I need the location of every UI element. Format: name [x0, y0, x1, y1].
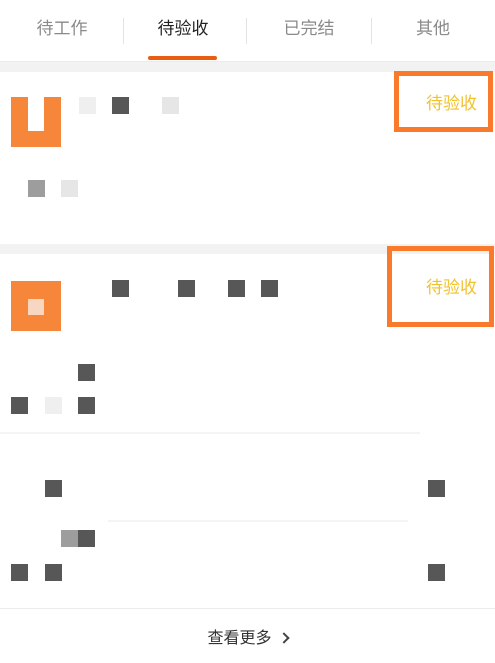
view-more-label: 查看更多 [207, 628, 272, 647]
redacted-text-block [228, 280, 245, 297]
redacted-text-block [11, 397, 28, 414]
row-divider [108, 520, 408, 522]
order-status-label: 待验收 [426, 278, 477, 298]
redacted-text-block [28, 180, 45, 197]
redacted-text-block [79, 97, 96, 114]
redacted-text-block [112, 280, 129, 297]
redacted-text-block [428, 564, 445, 581]
u-shaped-logo-icon [11, 281, 61, 331]
order-status-label: 待验收 [426, 94, 477, 114]
u-shaped-logo-icon [11, 97, 61, 147]
status-tab-bar: 待工作 待验收 已完结 其他 [0, 0, 495, 62]
tab-completed[interactable]: 已完结 [247, 0, 371, 60]
redacted-text-block [45, 564, 62, 581]
redacted-text-block [78, 364, 95, 381]
tab-pending-acceptance[interactable]: 待验收 [121, 0, 245, 60]
redacted-text-block [162, 97, 179, 114]
redacted-text-block [112, 97, 129, 114]
tab-other[interactable]: 其他 [371, 0, 495, 60]
order-card[interactable]: 待验收 [0, 246, 495, 608]
view-more-button[interactable]: 查看更多 [0, 608, 495, 663]
redacted-text-block [261, 280, 278, 297]
redacted-text-block [45, 480, 62, 497]
redacted-text-block [61, 530, 78, 547]
redacted-text-block [45, 397, 62, 414]
redacted-text-block [428, 480, 445, 497]
redacted-text-block [11, 564, 28, 581]
active-tab-indicator [148, 56, 217, 60]
redacted-text-block [78, 397, 95, 414]
row-divider [0, 432, 420, 434]
redacted-text-block [61, 180, 78, 197]
redacted-text-block [78, 530, 95, 547]
chevron-right-icon [277, 632, 290, 644]
order-card[interactable]: 待验收 [0, 71, 495, 244]
redacted-text-block [178, 280, 195, 297]
tab-pending-work[interactable]: 待工作 [0, 0, 124, 60]
